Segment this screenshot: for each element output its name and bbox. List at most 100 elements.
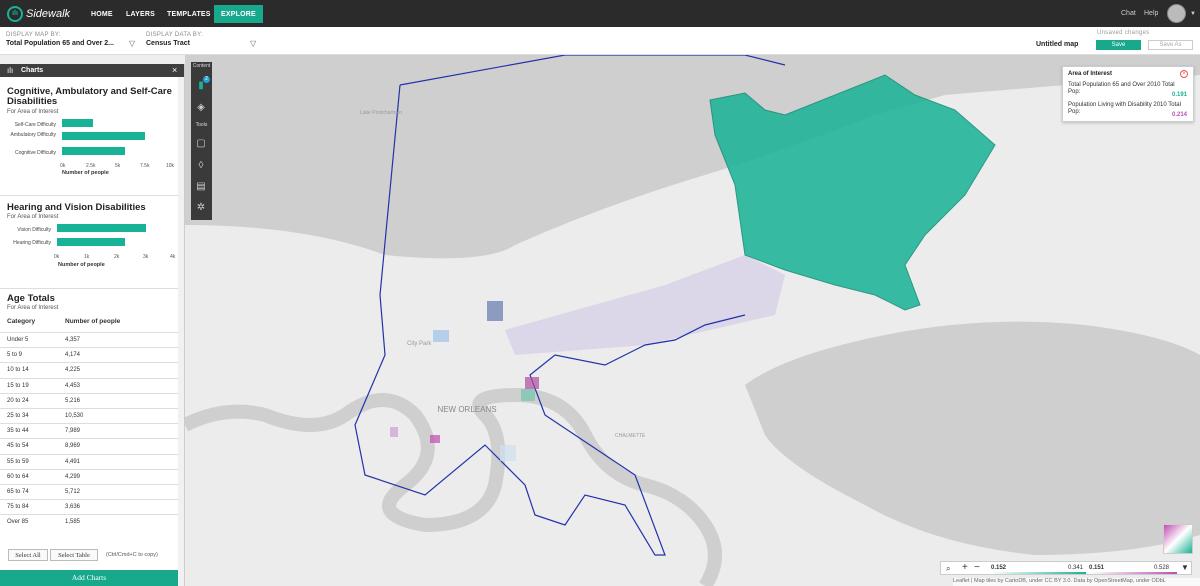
bar <box>62 132 146 140</box>
close-icon[interactable]: × <box>172 65 177 75</box>
zoom-out-button[interactable]: − <box>974 562 980 573</box>
age-category: 45 to 54 <box>7 443 29 450</box>
age-count: 3,636 <box>65 504 81 511</box>
bar-label: Cognitive Difficulty <box>14 150 56 156</box>
user-avatar[interactable] <box>1167 4 1186 23</box>
age-count: 4,357 <box>65 337 81 343</box>
axis-title: Number of people <box>58 262 105 268</box>
layers-icon[interactable]: ◈ <box>195 102 207 114</box>
select-all-button[interactable]: Select All <box>8 549 48 561</box>
aoi-line1: Total Population 65 and Over 2010 Total … <box>1068 82 1175 95</box>
save-button[interactable]: Save <box>1096 40 1141 50</box>
aoi-value2: 0.214 <box>1171 112 1187 118</box>
scrollbar[interactable] <box>178 77 184 586</box>
table-row: 60 to 64 4,299 <box>0 468 178 484</box>
nav-templates[interactable]: TEMPLATES <box>160 5 218 23</box>
age-category: Over 85 <box>7 519 29 526</box>
charts-title: Charts <box>21 67 44 74</box>
age-category: 55 to 59 <box>7 458 29 465</box>
bar-label: Hearing Difficulty <box>13 240 51 246</box>
chart-count-badge: 2 <box>203 76 210 83</box>
bar-label: Self-Care Difficulty <box>14 122 56 128</box>
bar <box>62 119 94 127</box>
legend-min1: 0.152 <box>991 565 1007 571</box>
map-graphic <box>185 55 1200 586</box>
filter-icon[interactable]: ▼ <box>1181 563 1189 572</box>
gear-icon[interactable]: ✲ <box>195 202 207 214</box>
age-count: 8,969 <box>65 443 81 450</box>
tools-label: Tools <box>195 122 208 128</box>
table-row: 10 to 14 4,225 <box>0 362 178 377</box>
age-title: Age Totals <box>7 293 55 304</box>
help-link[interactable]: Help <box>1144 0 1158 27</box>
chalmette-label: CHALMETTE <box>615 433 646 439</box>
logo-text: Sidewalk <box>26 7 71 20</box>
print-icon[interactable]: ▤ <box>195 181 207 193</box>
nav-layers[interactable]: LAYERS <box>119 5 162 23</box>
age-count: 5,216 <box>65 397 81 404</box>
bar-chart-icon: ılı <box>7 66 14 75</box>
hearing-subtitle: For Area of Interest <box>7 214 59 220</box>
age-count: 4,174 <box>65 352 81 359</box>
nav-explore[interactable]: EXPLORE <box>214 5 263 23</box>
table-row: 15 to 19 4,453 <box>0 377 178 393</box>
aoi-line2: Population Living with Disability 2010 T… <box>1068 102 1181 115</box>
bar-label: Ambulatory Difficulty <box>10 132 56 138</box>
select-table-button[interactable]: Select Table <box>50 549 98 561</box>
bar <box>57 238 125 246</box>
bar <box>62 147 125 155</box>
data-by-label: DISPLAY DATA BY: <box>146 32 204 38</box>
aoi-title: Area of Interest <box>1068 71 1113 77</box>
select-icon[interactable]: ▢ <box>195 138 207 150</box>
age-count: 4,225 <box>65 367 81 374</box>
table-row: 20 to 24 5,216 <box>0 392 178 408</box>
age-category: 65 to 74 <box>7 489 29 495</box>
age-category: 15 to 19 <box>7 382 29 389</box>
logo[interactable]: ılı Sidewalk <box>7 5 70 22</box>
cognitive-title: Cognitive, Ambulatory and Self-Care Disa… <box>7 86 172 107</box>
tick-label: 1k <box>84 254 90 260</box>
tick-label: 2k <box>114 254 120 260</box>
map-by-label: DISPLAY MAP BY: <box>6 32 61 38</box>
map-attribution: Leaflet | Map tiles by CartoDB, under CC… <box>953 578 1200 586</box>
table-row: Over 85 1,585 <box>0 514 178 529</box>
aoi-popup: Area of Interest × Total Population 65 a… <box>1062 66 1194 122</box>
age-count: 7,989 <box>65 428 81 435</box>
data-by-select[interactable]: Census Tract <box>146 40 190 47</box>
save-as-button[interactable]: Save As <box>1148 40 1193 50</box>
nav-home[interactable]: HOME <box>84 5 120 23</box>
bar <box>57 224 146 232</box>
charts-panel: Charts ılı × Cognitive, Ambulatory and S… <box>0 64 185 586</box>
age-category: 75 to 84 <box>7 504 29 511</box>
content-label: Content <box>192 63 211 69</box>
table-row: 25 to 34 10,530 <box>0 408 178 423</box>
axis-title: Number of people <box>62 170 109 176</box>
close-icon[interactable]: × <box>1180 70 1188 78</box>
table-row: 5 to 9 4,174 <box>0 347 178 362</box>
map-canvas[interactable]: NEW ORLEANS City Park Lake Pontchartrain… <box>185 55 1200 586</box>
col-category: Category <box>7 318 36 325</box>
chevron-down-icon[interactable]: ▽ <box>250 39 256 48</box>
chevron-down-icon[interactable]: ▽ <box>129 39 135 48</box>
tick-label: 4k <box>170 254 176 260</box>
display-bar: DISPLAY MAP BY: Total Population 65 and … <box>0 27 1200 55</box>
stack-icon[interactable]: ◊ <box>195 160 207 172</box>
age-count: 4,491 <box>65 458 81 465</box>
lake-label: Lake Pontchartrain <box>360 110 402 116</box>
table-row: 65 to 74 5,712 <box>0 484 178 499</box>
table-row: 45 to 54 8,969 <box>0 438 178 453</box>
age-category: 10 to 14 <box>7 367 29 374</box>
top-navbar: ılı Sidewalk HOME LAYERS TEMPLATES EXPLO… <box>0 0 1200 27</box>
chat-link[interactable]: Chat <box>1121 0 1136 27</box>
aoi-value1: 0.191 <box>1171 92 1187 98</box>
age-count: 1,585 <box>65 519 81 526</box>
map-by-select[interactable]: Total Population 65 and Over 2... <box>6 40 114 47</box>
add-charts-button[interactable]: Add Charts <box>0 570 178 586</box>
logo-icon: ılı <box>7 5 23 22</box>
table-row: 35 to 44 7,989 <box>0 423 178 438</box>
zoom-in-button[interactable]: + <box>962 562 968 573</box>
chevron-down-icon[interactable]: ▼ <box>1190 11 1196 17</box>
search-icon[interactable]: ⌕ <box>946 564 950 574</box>
map-title[interactable]: Untitled map <box>1036 41 1078 48</box>
legend-max2: 0.528 <box>1154 565 1170 571</box>
